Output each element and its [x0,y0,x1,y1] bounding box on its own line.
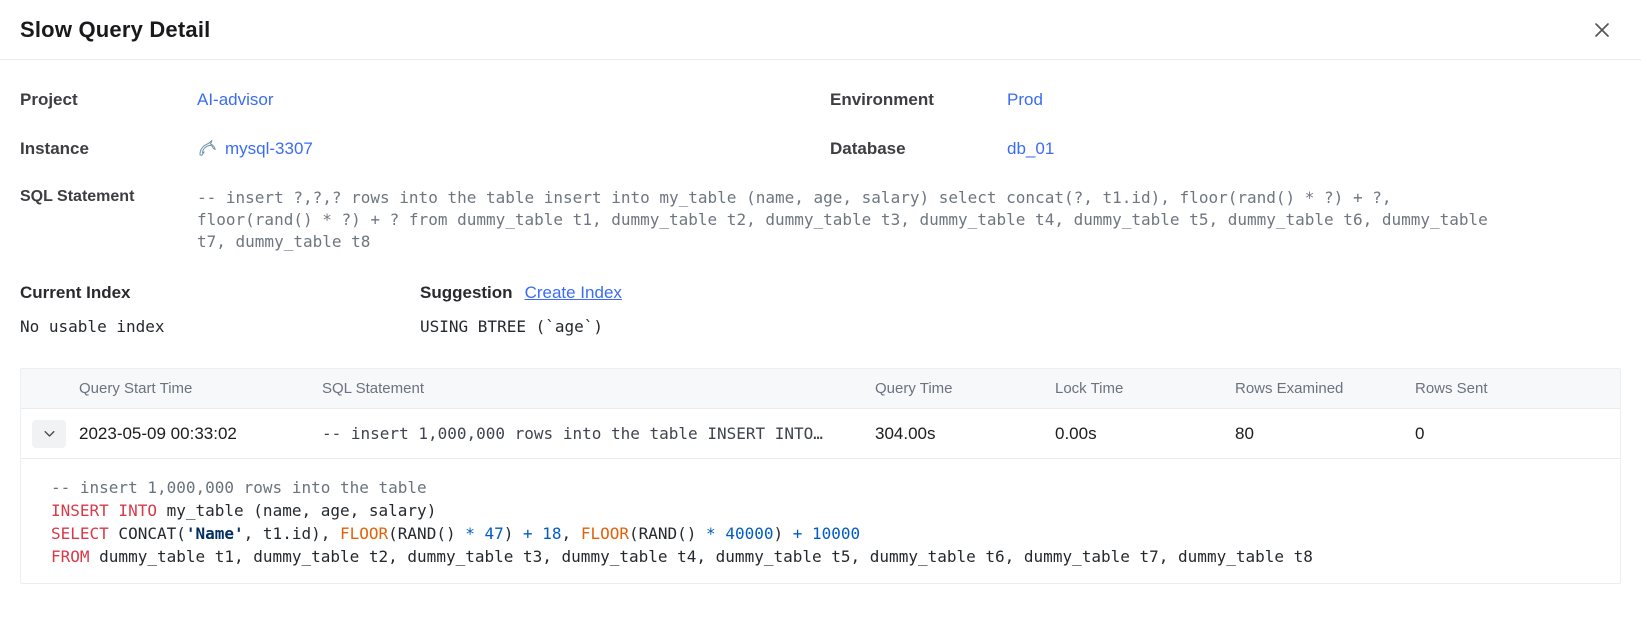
create-index-link[interactable]: Create Index [525,283,622,303]
col-sql-statement: SQL Statement [322,380,875,397]
mysql-dolphin-icon [197,138,218,159]
col-rows-sent: Rows Sent [1415,380,1620,397]
environment-row: Environment Prod [830,90,1621,110]
cell-query-time: 304.00s [875,424,1055,444]
index-section: Current Index No usable index Suggestion… [20,283,1621,336]
table-header-row: Query Start Time SQL Statement Query Tim… [21,369,1620,409]
col-query-start-time: Query Start Time [79,380,322,397]
instance-name: mysql-3307 [225,139,313,159]
current-index-label: Current Index [20,283,420,303]
environment-link[interactable]: Prod [1007,90,1043,110]
col-query-time: Query Time [875,380,1055,397]
page-title: Slow Query Detail [20,0,210,59]
current-index-block: Current Index No usable index [20,283,420,336]
cell-sql-statement: -- insert 1,000,000 rows into the table … [322,424,875,443]
info-grid: Project AI-advisor Environment Prod Inst… [20,90,1621,159]
project-label: Project [20,90,197,110]
environment-label: Environment [830,90,1007,110]
dialog-header: Slow Query Detail [0,0,1641,60]
database-label: Database [830,139,1007,159]
close-icon [1592,20,1612,40]
project-link[interactable]: AI-advisor [197,90,274,110]
instance-link[interactable]: mysql-3307 [197,138,313,159]
sql-statement-row: SQL Statement -- insert ?,?,? rows into … [20,187,1621,253]
database-link[interactable]: db_01 [1007,139,1054,159]
suggestion-label: Suggestion [420,283,513,303]
instance-row: Instance mysql-3307 [20,138,830,159]
cell-rows-sent: 0 [1415,424,1620,444]
col-rows-examined: Rows Examined [1235,380,1415,397]
current-index-value: No usable index [20,317,420,336]
table-row[interactable]: 2023-05-09 00:33:02 -- insert 1,000,000 … [21,409,1620,459]
cell-rows-examined: 80 [1235,424,1415,444]
project-row: Project AI-advisor [20,90,830,110]
slow-query-log-table: Query Start Time SQL Statement Query Tim… [20,368,1621,584]
instance-label: Instance [20,139,197,159]
sql-statement-value: -- insert ?,?,? rows into the table inse… [197,187,1507,253]
dialog-body: Project AI-advisor Environment Prod Inst… [0,60,1641,584]
cell-query-start-time: 2023-05-09 00:33:02 [79,424,322,444]
suggestion-value: USING BTREE (`age`) [420,317,1621,336]
slow-query-detail-dialog: Slow Query Detail Project AI-advisor Env… [0,0,1641,584]
chevron-down-icon [42,426,57,441]
expanded-sql-code: -- insert 1,000,000 rows into the tableI… [21,459,1620,583]
cell-lock-time: 0.00s [1055,424,1235,444]
close-button[interactable] [1587,15,1617,45]
col-lock-time: Lock Time [1055,380,1235,397]
suggestion-block: Suggestion Create Index USING BTREE (`ag… [420,283,1621,336]
row-expand-button[interactable] [32,420,66,448]
database-row: Database db_01 [830,138,1621,159]
sql-statement-label: SQL Statement [20,187,197,253]
